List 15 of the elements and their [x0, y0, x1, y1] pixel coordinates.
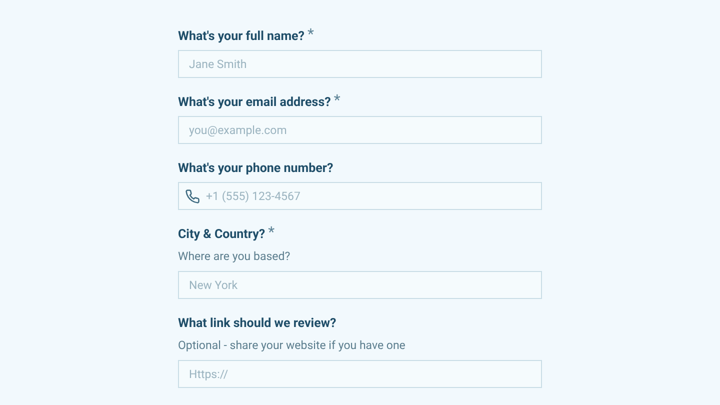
field-hint: Optional - share your website if you have one	[178, 337, 406, 353]
field-label: What's your phone number?	[178, 160, 334, 178]
required-asterisk: *	[334, 93, 340, 107]
field-hint: Where are you based?	[178, 248, 292, 264]
field-label: What's your full name?	[178, 28, 304, 46]
required-asterisk: *	[308, 27, 314, 41]
input-field[interactable]: Https://	[178, 360, 542, 388]
input-field[interactable]: New York	[178, 271, 542, 299]
field-label: City & Country?	[178, 226, 266, 244]
input-field[interactable]: Jane Smith	[178, 50, 542, 78]
required-asterisk: *	[268, 225, 275, 239]
field-label: What's your email address?	[178, 94, 331, 112]
input-field[interactable]: you@example.com	[178, 116, 542, 144]
field-label: What link should we review?	[178, 315, 336, 333]
phone-input-field[interactable]: +1 (555) 123-4567	[178, 182, 542, 210]
